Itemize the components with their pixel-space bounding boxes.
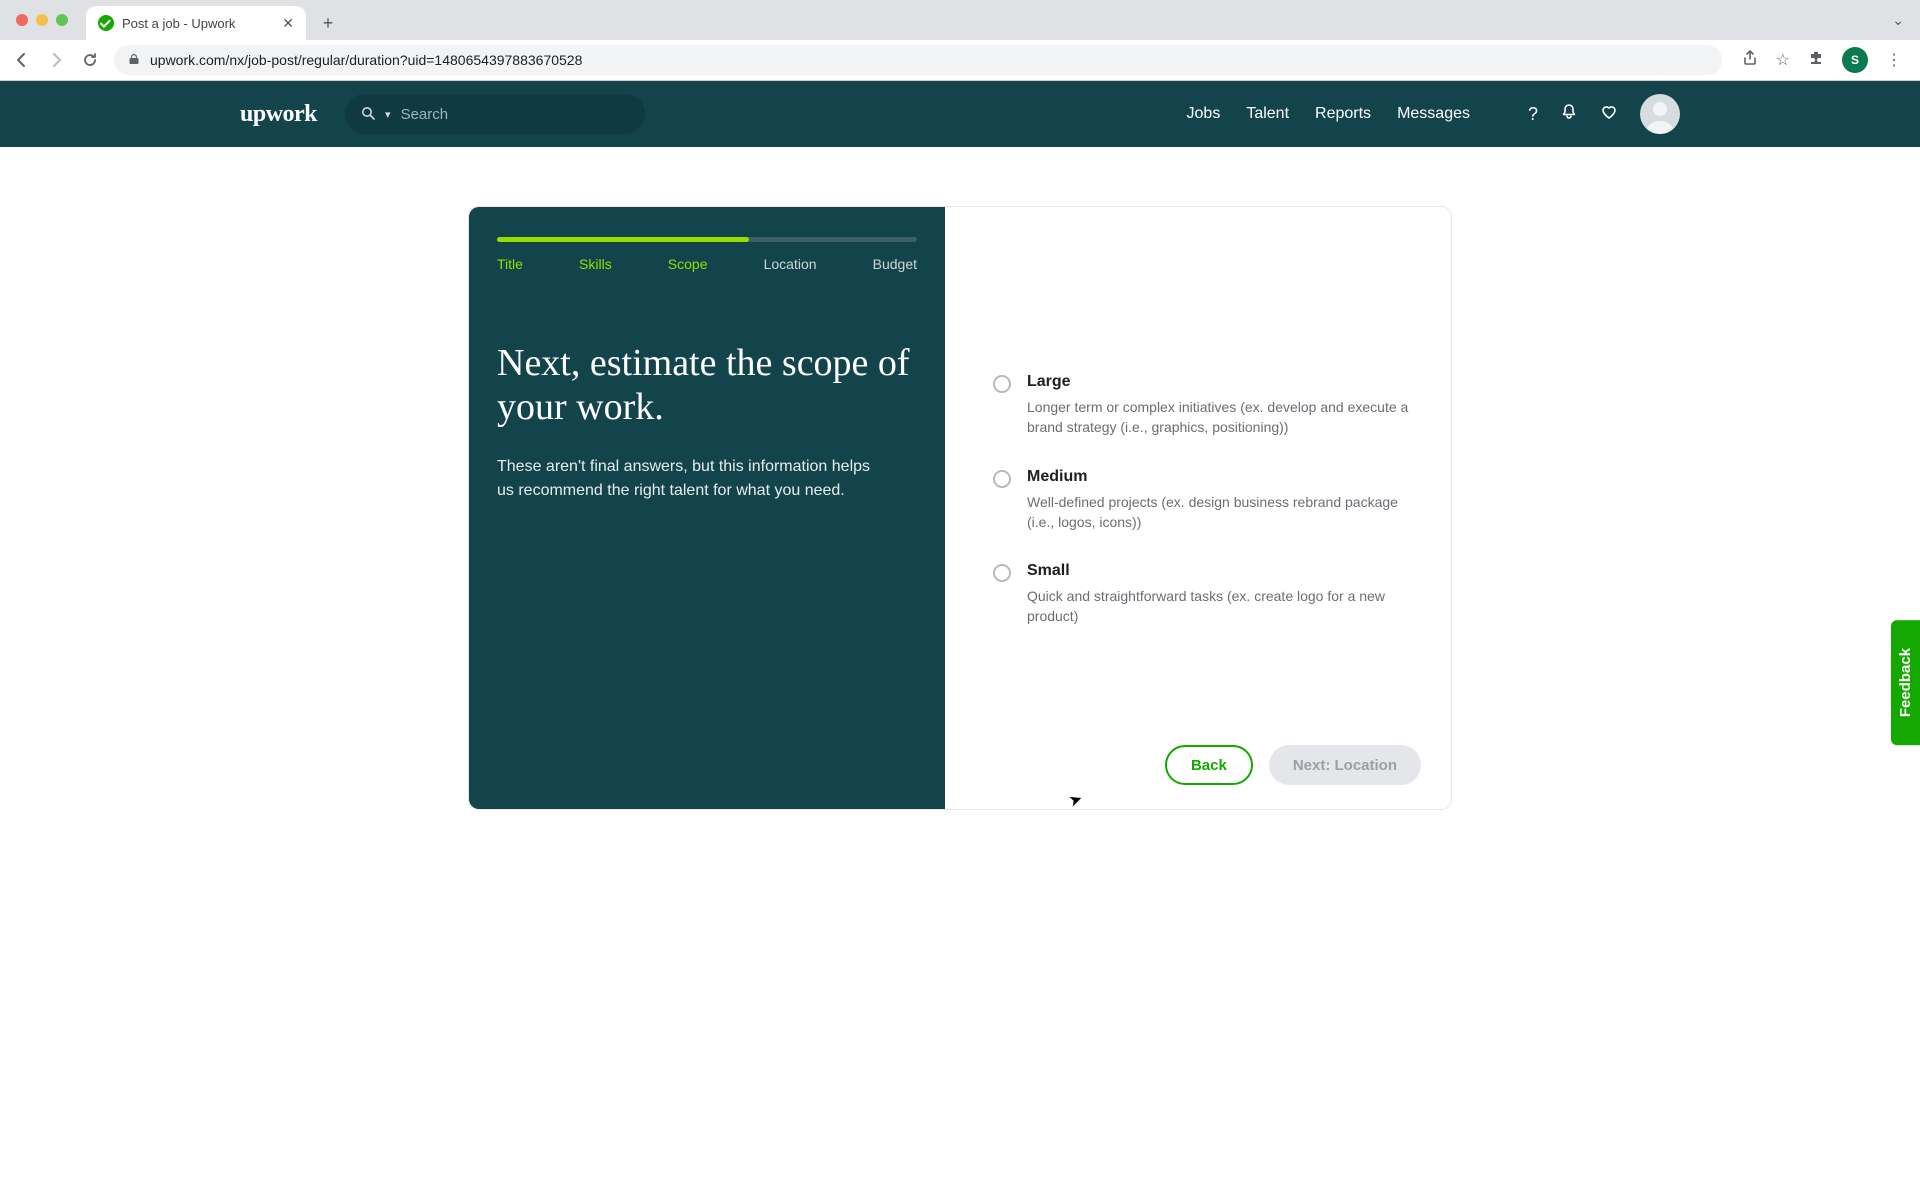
minimize-window-icon[interactable] [36,14,48,26]
back-button[interactable]: Back [1165,745,1253,785]
step-scope: Scope [668,256,708,272]
scope-option-medium[interactable]: Medium Well-defined projects (ex. design… [993,468,1421,533]
share-icon[interactable] [1742,50,1758,71]
browser-chrome: Post a job - Upwork ✕ + ⌄ upwork.com/nx/… [0,0,1920,81]
profile-avatar[interactable] [1640,94,1680,134]
upwork-logo[interactable]: upwork [240,101,317,128]
option-desc: Well-defined projects (ex. design busine… [1027,492,1421,533]
progress-fill [497,237,749,242]
progress-steps: Title Skills Scope Location Budget [497,256,917,272]
browser-tab[interactable]: Post a job - Upwork ✕ [86,6,306,40]
tab-title: Post a job - Upwork [122,16,235,31]
job-post-card: Title Skills Scope Location Budget Next,… [469,207,1451,809]
profile-avatar-sm[interactable]: S [1842,47,1868,73]
url-field[interactable]: upwork.com/nx/job-post/regular/duration?… [114,45,1722,75]
left-pane: Title Skills Scope Location Budget Next,… [469,207,945,809]
nav-reports[interactable]: Reports [1315,105,1371,123]
search-box[interactable]: ▾ Search [345,94,645,134]
right-pane: Large Longer term or complex initiatives… [945,207,1451,809]
close-tab-icon[interactable]: ✕ [282,15,294,32]
header-icons: ? [1528,94,1680,134]
tabs-menu-icon[interactable]: ⌄ [1892,12,1904,29]
chevron-down-icon[interactable]: ▾ [385,108,391,121]
option-label: Medium [1027,468,1421,486]
page-body: Title Skills Scope Location Budget Next,… [0,147,1920,809]
nav-talent[interactable]: Talent [1246,105,1289,123]
search-icon [361,106,375,123]
kebab-menu-icon[interactable]: ⋮ [1886,50,1902,70]
step-budget: Budget [873,256,917,272]
star-icon[interactable]: ☆ [1776,50,1790,70]
option-label: Large [1027,373,1421,391]
option-desc: Quick and straightforward tasks (ex. cre… [1027,586,1421,627]
upwork-favicon-icon [98,15,114,31]
close-window-icon[interactable] [16,14,28,26]
window-controls [12,0,78,40]
scope-options: Large Longer term or complex initiatives… [993,373,1421,627]
progress-bar [497,237,917,242]
lock-icon [128,53,140,68]
nav-messages[interactable]: Messages [1397,105,1470,123]
new-tab-button[interactable]: + [314,9,342,37]
nav-links: Jobs Talent Reports Messages [1187,105,1470,123]
address-bar: upwork.com/nx/job-post/regular/duration?… [0,40,1920,80]
help-icon[interactable]: ? [1528,104,1538,125]
search-placeholder: Search [401,106,449,123]
next-button[interactable]: Next: Location [1269,745,1421,785]
reload-button[interactable] [80,50,100,70]
url-text: upwork.com/nx/job-post/regular/duration?… [150,52,582,68]
heart-icon[interactable] [1600,103,1618,126]
step-location: Location [764,256,817,272]
maximize-window-icon[interactable] [56,14,68,26]
address-bar-actions: ☆ S ⋮ [1736,47,1908,73]
bell-icon[interactable] [1560,103,1578,126]
option-desc: Longer term or complex initiatives (ex. … [1027,397,1421,438]
forward-button [46,50,66,70]
radio-icon[interactable] [993,375,1011,393]
step-skills: Skills [579,256,612,272]
app-header: upwork ▾ Search Jobs Talent Reports Mess… [0,81,1920,147]
feedback-tab[interactable]: Feedback [1891,620,1920,745]
radio-icon[interactable] [993,564,1011,582]
scope-option-large[interactable]: Large Longer term or complex initiatives… [993,373,1421,438]
footer-buttons: Back Next: Location [993,715,1421,785]
page-subtext: These aren't final answers, but this inf… [497,455,877,501]
step-title: Title [497,256,523,272]
tab-bar: Post a job - Upwork ✕ + ⌄ [0,0,1920,40]
extensions-icon[interactable] [1808,50,1824,71]
option-label: Small [1027,562,1421,580]
nav-jobs[interactable]: Jobs [1187,105,1221,123]
back-button[interactable] [12,50,32,70]
page-headline: Next, estimate the scope of your work. [497,342,917,429]
scope-option-small[interactable]: Small Quick and straightforward tasks (e… [993,562,1421,627]
radio-icon[interactable] [993,470,1011,488]
